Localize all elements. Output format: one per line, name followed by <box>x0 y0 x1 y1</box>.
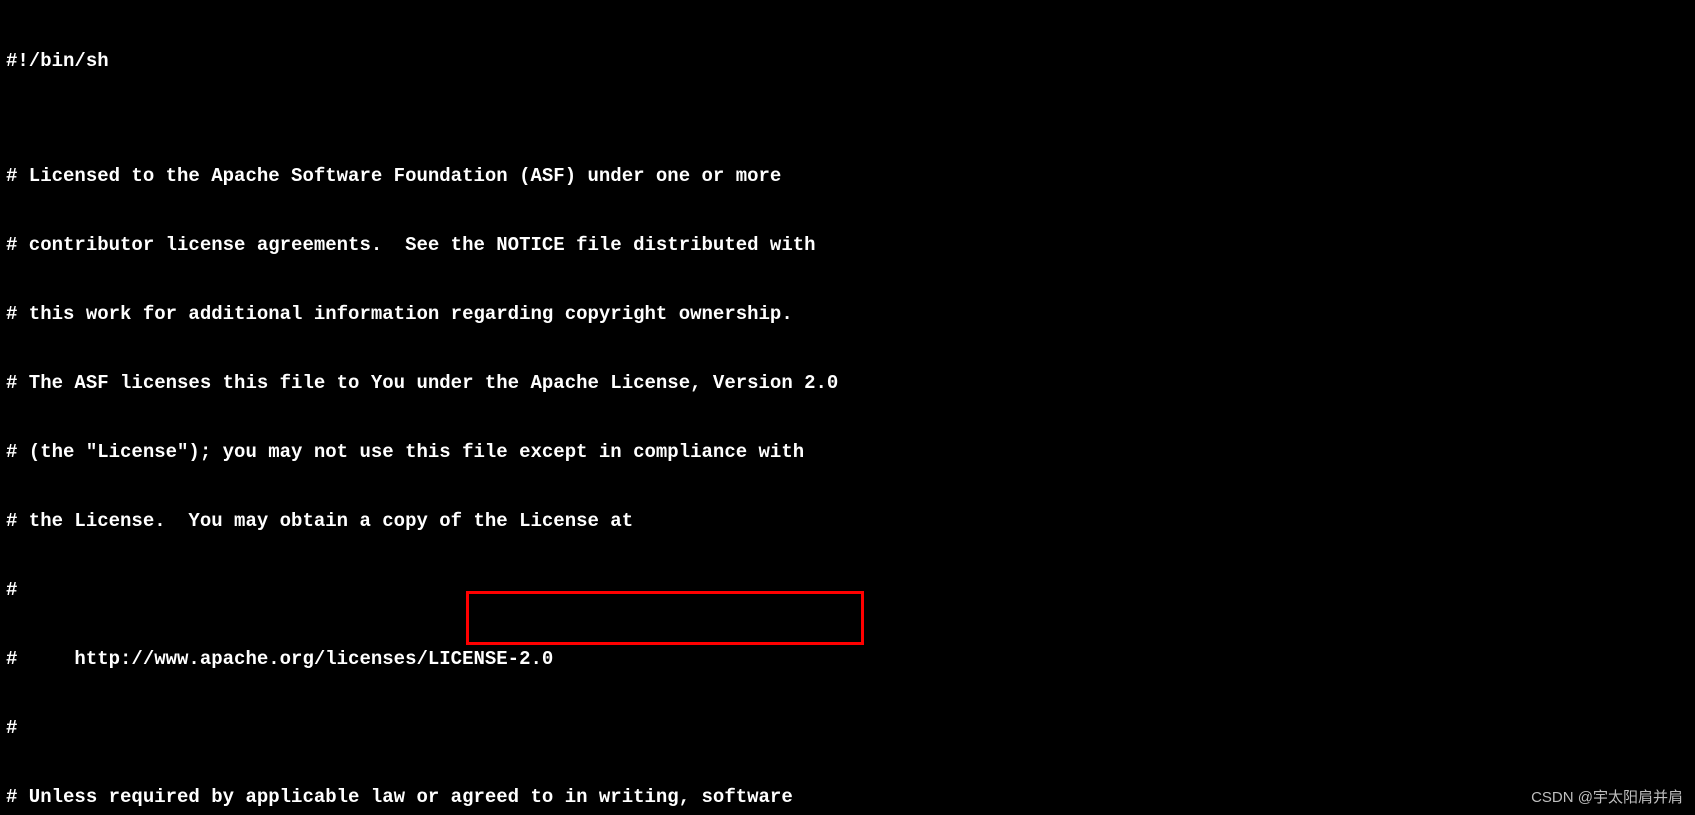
code-line: # the License. You may obtain a copy of … <box>6 510 1689 533</box>
terminal-editor[interactable]: #!/bin/sh # Licensed to the Apache Softw… <box>0 0 1695 815</box>
code-line: # Unless required by applicable law or a… <box>6 786 1689 809</box>
code-line: # <box>6 717 1689 740</box>
code-line: # The ASF licenses this file to You unde… <box>6 372 1689 395</box>
code-line: # <box>6 579 1689 602</box>
code-line: #!/bin/sh <box>6 50 1689 73</box>
watermark-text: CSDN @宇太阳肩并肩 <box>1531 786 1683 809</box>
code-line: # contributor license agreements. See th… <box>6 234 1689 257</box>
code-line: # Licensed to the Apache Software Founda… <box>6 165 1689 188</box>
code-line: # http://www.apache.org/licenses/LICENSE… <box>6 648 1689 671</box>
code-line: # (the "License"); you may not use this … <box>6 441 1689 464</box>
code-line: # this work for additional information r… <box>6 303 1689 326</box>
